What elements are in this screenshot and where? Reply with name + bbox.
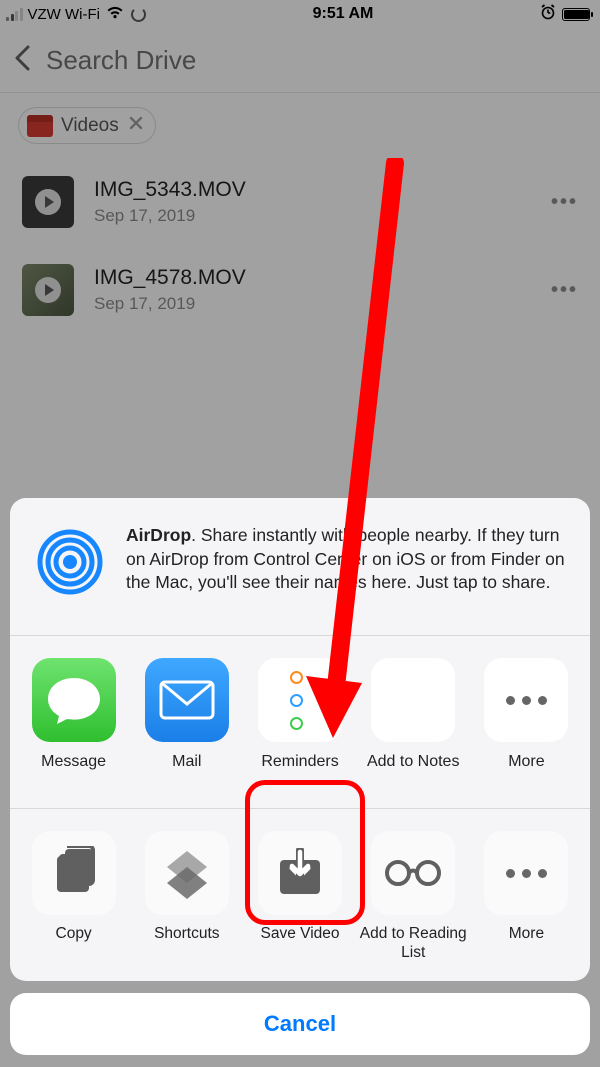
app-label: Message — [41, 752, 106, 790]
save-video-icon — [258, 831, 342, 915]
app-label: Mail — [172, 752, 201, 790]
action-label: More — [509, 925, 544, 963]
reminders-app-icon — [258, 658, 342, 742]
share-apps-row: Message Mail Reminders — [10, 636, 590, 808]
share-app-notes[interactable]: Add to Notes — [360, 658, 467, 790]
action-more[interactable]: More — [473, 831, 580, 963]
action-label: Add to Reading List — [360, 925, 467, 963]
notes-app-icon — [371, 658, 455, 742]
action-reading-list[interactable]: Add to Reading List — [360, 831, 467, 963]
reading-list-icon — [371, 831, 455, 915]
shortcuts-icon — [145, 831, 229, 915]
cancel-button[interactable]: Cancel — [10, 993, 590, 1055]
action-label: Shortcuts — [154, 925, 219, 963]
airdrop-icon — [32, 524, 108, 605]
app-label: Reminders — [261, 752, 338, 790]
share-sheet: AirDrop. Share instantly with people nea… — [10, 498, 590, 1055]
share-app-reminders[interactable]: Reminders — [246, 658, 353, 790]
more-icon — [484, 831, 568, 915]
app-label: More — [508, 752, 544, 790]
airdrop-section[interactable]: AirDrop. Share instantly with people nea… — [10, 498, 590, 635]
action-save-video[interactable]: Save Video — [246, 831, 353, 963]
mail-app-icon — [145, 658, 229, 742]
action-shortcuts[interactable]: Shortcuts — [133, 831, 240, 963]
airdrop-text: AirDrop. Share instantly with people nea… — [126, 524, 568, 605]
share-app-message[interactable]: Message — [20, 658, 127, 790]
more-icon — [484, 658, 568, 742]
app-label: Add to Notes — [367, 752, 460, 790]
share-app-mail[interactable]: Mail — [133, 658, 240, 790]
action-label: Copy — [56, 925, 92, 963]
copy-icon — [32, 831, 116, 915]
share-actions-row: Copy Shortcuts Save Video Add to Reading… — [10, 809, 590, 981]
action-copy[interactable]: Copy — [20, 831, 127, 963]
share-app-more[interactable]: More — [473, 658, 580, 790]
message-app-icon — [32, 658, 116, 742]
action-label: Save Video — [261, 925, 340, 963]
